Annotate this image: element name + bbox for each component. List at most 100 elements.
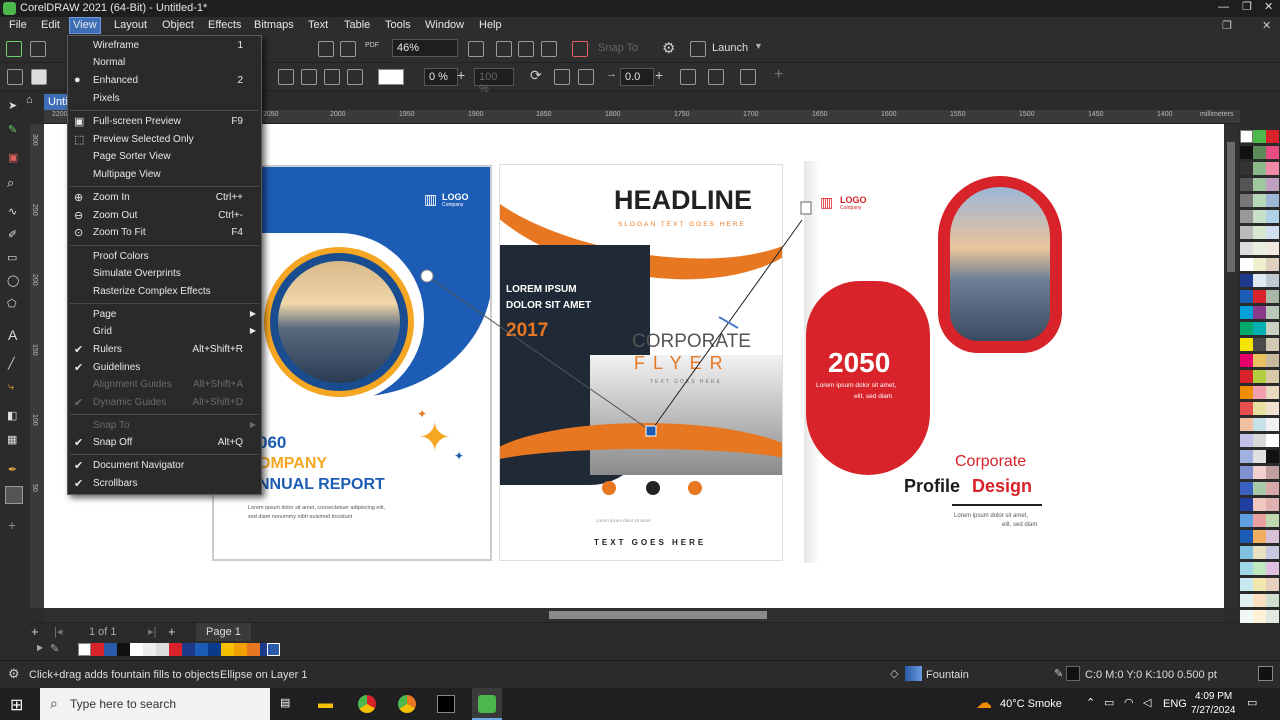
menu-item-page[interactable]: Page ▶ (68, 307, 261, 324)
color-swatch[interactable] (1266, 546, 1279, 559)
grid-icon[interactable] (518, 41, 534, 57)
add-tool-icon[interactable]: + (8, 517, 16, 533)
color-swatch[interactable] (156, 643, 169, 656)
rulers-icon[interactable] (496, 41, 512, 57)
color-swatch[interactable] (1253, 290, 1266, 303)
outline-swatch[interactable] (1066, 666, 1080, 681)
color-swatch[interactable] (1240, 146, 1253, 159)
color-swatch[interactable] (1266, 274, 1279, 287)
outline-swatch[interactable] (1258, 666, 1273, 681)
color-swatch[interactable] (1266, 322, 1279, 335)
color-swatch[interactable] (1266, 578, 1279, 591)
color-swatch[interactable] (1253, 594, 1266, 607)
color-swatch[interactable] (1240, 290, 1253, 303)
menu-bitmaps[interactable]: Bitmaps (254, 19, 294, 31)
clock-date[interactable]: 7/27/2024 (1191, 705, 1236, 716)
copy-fill-icon[interactable] (708, 69, 724, 85)
eyedropper-icon[interactable]: ✎ (50, 642, 59, 655)
color-swatch[interactable] (1253, 210, 1266, 223)
color-swatch[interactable] (1253, 514, 1266, 527)
capcut-icon[interactable] (437, 695, 455, 713)
menu-window[interactable]: Window (425, 19, 464, 31)
chrome-canary-icon[interactable] (398, 695, 416, 713)
horizontal-scrollbar[interactable] (44, 608, 1224, 622)
color-swatch[interactable] (1240, 210, 1253, 223)
minimize-button[interactable]: — (1218, 1, 1229, 13)
notification-icon[interactable]: ▭ (1247, 696, 1257, 709)
menu-item-page-sorter[interactable]: Page Sorter View (68, 149, 261, 166)
restore-doc-icon[interactable]: ❐ (1222, 19, 1232, 32)
snap-to-dropdown[interactable]: Snap To (598, 42, 638, 54)
node-transparency-field[interactable]: 0 % (424, 68, 458, 86)
color-palette[interactable] (1238, 128, 1280, 658)
color-swatch[interactable] (169, 643, 182, 656)
color-swatch[interactable] (1266, 258, 1279, 271)
crop-tool-icon[interactable]: ▣ (8, 151, 18, 164)
color-swatch[interactable] (1266, 610, 1279, 623)
color-swatch[interactable] (1266, 466, 1279, 479)
color-swatch[interactable] (1266, 530, 1279, 543)
fountain-fill-icon[interactable] (278, 69, 294, 85)
menu-view[interactable]: View (69, 17, 101, 34)
color-swatch[interactable] (143, 643, 156, 656)
color-swatch[interactable] (1240, 594, 1253, 607)
fountain-linear-icon[interactable] (301, 69, 317, 85)
pick-tool-icon[interactable]: ➤ (8, 99, 17, 112)
color-swatch[interactable] (1240, 338, 1253, 351)
color-swatch[interactable] (1253, 226, 1266, 239)
wifi-icon[interactable]: ◠ (1124, 696, 1134, 709)
color-swatch[interactable] (1266, 306, 1279, 319)
color-swatch[interactable] (1253, 242, 1266, 255)
color-swatch[interactable] (1266, 146, 1279, 159)
chrome-icon[interactable] (358, 695, 376, 713)
close-doc-icon[interactable]: ✕ (1262, 19, 1271, 32)
color-swatch[interactable] (117, 643, 130, 656)
color-swatch[interactable] (1240, 178, 1253, 191)
palette-menu-icon[interactable]: ▶ (37, 643, 43, 652)
polygon-tool-icon[interactable]: ⬠ (7, 297, 17, 310)
color-swatch[interactable] (1266, 514, 1279, 527)
menu-tools[interactable]: Tools (385, 19, 411, 31)
color-swatch[interactable] (1240, 258, 1253, 271)
color-swatch[interactable] (1266, 482, 1279, 495)
angle-field[interactable]: 0.0 (620, 68, 654, 86)
color-swatch[interactable] (1253, 482, 1266, 495)
color-swatch[interactable] (1240, 450, 1253, 463)
color-swatch[interactable] (1253, 178, 1266, 191)
color-swatch[interactable] (1240, 530, 1253, 543)
launch-icon[interactable] (690, 41, 706, 57)
menu-item-full-screen-preview[interactable]: ▣ Full-screen Preview F9 (68, 114, 261, 131)
menu-item-preview-selected[interactable]: ⬚ Preview Selected Only (68, 132, 261, 149)
menu-item-normal[interactable]: Normal (68, 55, 261, 72)
color-swatch[interactable] (247, 643, 260, 656)
color-swatch[interactable] (1240, 402, 1253, 415)
color-swatch[interactable] (1240, 466, 1253, 479)
first-page-icon[interactable]: |◂ (54, 625, 62, 638)
color-swatch[interactable] (182, 643, 195, 656)
color-swatch[interactable] (1240, 498, 1253, 511)
add-icon[interactable]: + (774, 66, 783, 84)
gear-icon[interactable]: ⚙ (662, 39, 675, 57)
menu-item-simulate-overprints[interactable]: Simulate Overprints (68, 266, 261, 283)
color-swatch[interactable] (1240, 306, 1253, 319)
chevron-up-icon[interactable]: ⌃ (1086, 696, 1095, 709)
menu-item-zoom-in[interactable]: ⊕ Zoom In Ctrl++ (68, 190, 261, 207)
color-swatch[interactable] (1266, 450, 1279, 463)
eyedropper-icon[interactable]: ✒ (8, 463, 17, 476)
node-color-swatch[interactable] (378, 69, 404, 85)
color-swatch[interactable] (1266, 498, 1279, 511)
text-tool-icon[interactable]: A (8, 327, 17, 343)
home-icon[interactable]: ⌂ (26, 94, 33, 106)
launch-button[interactable]: Launch (712, 42, 748, 54)
color-swatch[interactable] (1240, 578, 1253, 591)
color-swatch[interactable] (1240, 546, 1253, 559)
parallel-dimension-icon[interactable]: ╱ (8, 357, 15, 370)
color-swatch[interactable] (221, 643, 234, 656)
task-view-icon[interactable]: ▤ (280, 696, 290, 709)
edit-fill-icon[interactable] (740, 69, 756, 85)
color-swatch[interactable] (1240, 130, 1253, 143)
color-swatch[interactable] (1266, 562, 1279, 575)
menu-item-zoom-out[interactable]: ⊖ Zoom Out Ctrl+- (68, 208, 261, 225)
color-swatch[interactable] (234, 643, 247, 656)
menu-item-multipage[interactable]: Multipage View (68, 167, 261, 184)
